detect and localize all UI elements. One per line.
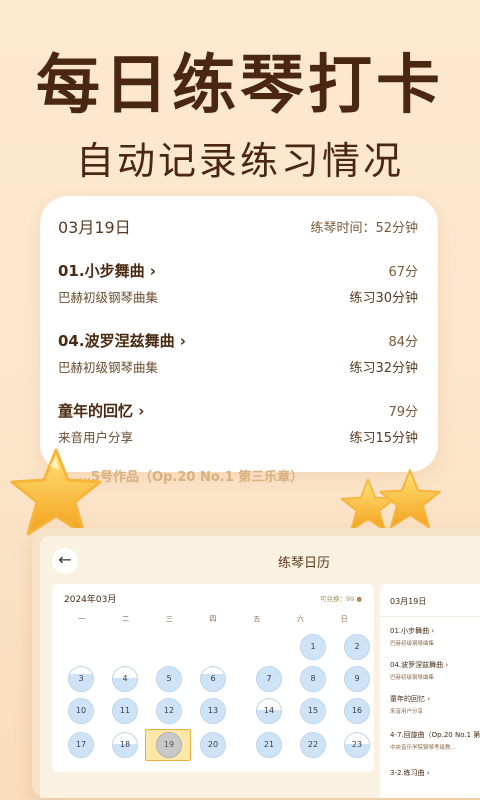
card-date: 03月19日 (58, 218, 131, 237)
calendar-panel: 2024年03月 可兑换：99 ● 一 二 三 四 五 六 日 1 2 3 4 … (52, 584, 374, 772)
piece-item[interactable]: 01.小步舞曲 › 67分 巴赫初级钢琴曲集 练习30分钟 (58, 260, 418, 308)
side-item-book: 中央音乐学院钢琴考级教... (390, 745, 456, 751)
side-list-item[interactable]: 3-2.练习曲 › (390, 768, 480, 781)
calendar-day[interactable]: 9 (344, 666, 370, 692)
weekday-label: 三 (165, 615, 173, 623)
calendar-title: 练琴日历 (278, 556, 331, 571)
hero-subtitle: 自动记录练习情况 (75, 139, 404, 183)
calendar-day[interactable]: 17 (68, 732, 94, 758)
weekday-label: 日 (340, 615, 348, 623)
piece-score: 84分 (388, 335, 418, 350)
calendar-day[interactable]: 3 (68, 666, 94, 692)
tablet-screen: ← 练琴日历 2024年03月 可兑换：99 ● 一 二 三 四 五 六 日 1… (40, 536, 480, 798)
calendar-day[interactable]: 11 (112, 698, 138, 724)
piece-book: 巴赫初级钢琴曲集 (58, 360, 159, 375)
calendar-day[interactable]: 18 (112, 732, 138, 758)
divider (380, 616, 480, 617)
card-header: 03月19日 练琴时间：52分钟 (58, 214, 418, 238)
side-item-name[interactable]: 01.小步舞曲 › (390, 626, 480, 636)
piece-item[interactable]: 04.波罗涅兹舞曲 › 84分 巴赫初级钢琴曲集 练习32分钟 (58, 330, 418, 378)
weekday-label: 二 (122, 615, 130, 623)
calendar-day[interactable]: 2 (344, 634, 370, 660)
tablet-mockup: ← 练琴日历 2024年03月 可兑换：99 ● 一 二 三 四 五 六 日 1… (32, 528, 480, 798)
star-icon (379, 469, 441, 529)
side-date: 03月19日 (390, 597, 427, 606)
calendar-day[interactable]: 6 (200, 666, 226, 692)
calendar-day[interactable]: 12 (156, 698, 182, 724)
calendar-day[interactable]: 1 (300, 634, 326, 660)
calendar-month: 2024年03月 (64, 595, 117, 605)
credit-badge: 可兑换：99 ● (319, 595, 362, 603)
weekday-label: 一 (78, 615, 86, 623)
piece-duration: 练习30分钟 (349, 291, 418, 306)
calendar-day[interactable]: 10 (68, 698, 94, 724)
piece-duration: 练习32分钟 (349, 361, 418, 376)
weekday-label: 六 (296, 615, 304, 623)
calendar-day[interactable]: 22 (300, 732, 326, 758)
calendar-day[interactable]: 16 (344, 698, 370, 724)
weekday-row: 一 二 三 四 五 六 日 (60, 614, 366, 624)
piece-book: 巴赫初级钢琴曲集 (58, 290, 159, 305)
calendar-day[interactable]: 13 (200, 698, 226, 724)
peek-piece-text: …5号作品（Op.20 No.1 第三乐章） (78, 470, 304, 485)
day-practice-list: 03月19日 01.小步舞曲 › 巴赫初级钢琴曲集 04.波罗涅兹舞曲 › 巴赫… (380, 584, 480, 798)
piece-duration: 练习15分钟 (349, 431, 418, 446)
side-item-name[interactable]: 3-2.练习曲 › (390, 768, 480, 778)
back-button[interactable]: ← (52, 548, 78, 574)
side-item-book: 巴赫初级钢琴曲集 (390, 641, 435, 647)
side-list-item[interactable]: 04.波罗涅兹舞曲 › 巴赫初级钢琴曲集 (390, 660, 480, 681)
piece-name[interactable]: 04.波罗涅兹舞曲 › (58, 330, 186, 351)
hero-title: 每日练琴打卡 (36, 49, 444, 123)
calendar-day-selected[interactable]: 19 (156, 732, 182, 758)
side-item-book: 巴赫初级钢琴曲集 (390, 675, 435, 681)
piece-score: 67分 (388, 265, 418, 280)
calendar-day[interactable]: 23 (344, 732, 370, 758)
calendar-day[interactable]: 21 (256, 732, 282, 758)
side-item-name[interactable]: 4-7.回旋曲（Op.20 No.1 第... (390, 730, 480, 740)
side-list-item[interactable]: 4-7.回旋曲（Op.20 No.1 第... 中央音乐学院钢琴考级教... (390, 730, 480, 751)
piece-name[interactable]: 01.小步舞曲 › (58, 260, 156, 281)
side-item-name[interactable]: 04.波罗涅兹舞曲 › (390, 660, 480, 670)
side-item-name[interactable]: 童年的回忆 › (390, 694, 480, 704)
calendar-day[interactable]: 14 (256, 698, 282, 724)
piece-name[interactable]: 童年的回忆 › (58, 400, 144, 421)
side-item-book: 来音用户分享 (390, 709, 424, 715)
practice-time: 练琴时间：52分钟 (310, 220, 418, 236)
calendar-day[interactable]: 7 (256, 666, 282, 692)
piece-score: 79分 (388, 405, 418, 420)
calendar-day[interactable]: 4 (112, 666, 138, 692)
piece-item[interactable]: 童年的回忆 › 79分 来音用户分享 练习15分钟 (58, 400, 418, 448)
side-list-item[interactable]: 童年的回忆 › 来音用户分享 (390, 694, 480, 715)
calendar-day[interactable]: 20 (200, 732, 226, 758)
side-list-item[interactable]: 01.小步舞曲 › 巴赫初级钢琴曲集 (390, 626, 480, 647)
calendar-day[interactable]: 8 (300, 666, 326, 692)
weekday-label: 四 (209, 615, 217, 623)
practice-summary-card: 03月19日 练琴时间：52分钟 01.小步舞曲 › 67分 巴赫初级钢琴曲集 … (40, 196, 438, 472)
weekday-label: 五 (253, 615, 261, 623)
calendar-day[interactable]: 5 (156, 666, 182, 692)
calendar-day[interactable]: 15 (300, 698, 326, 724)
